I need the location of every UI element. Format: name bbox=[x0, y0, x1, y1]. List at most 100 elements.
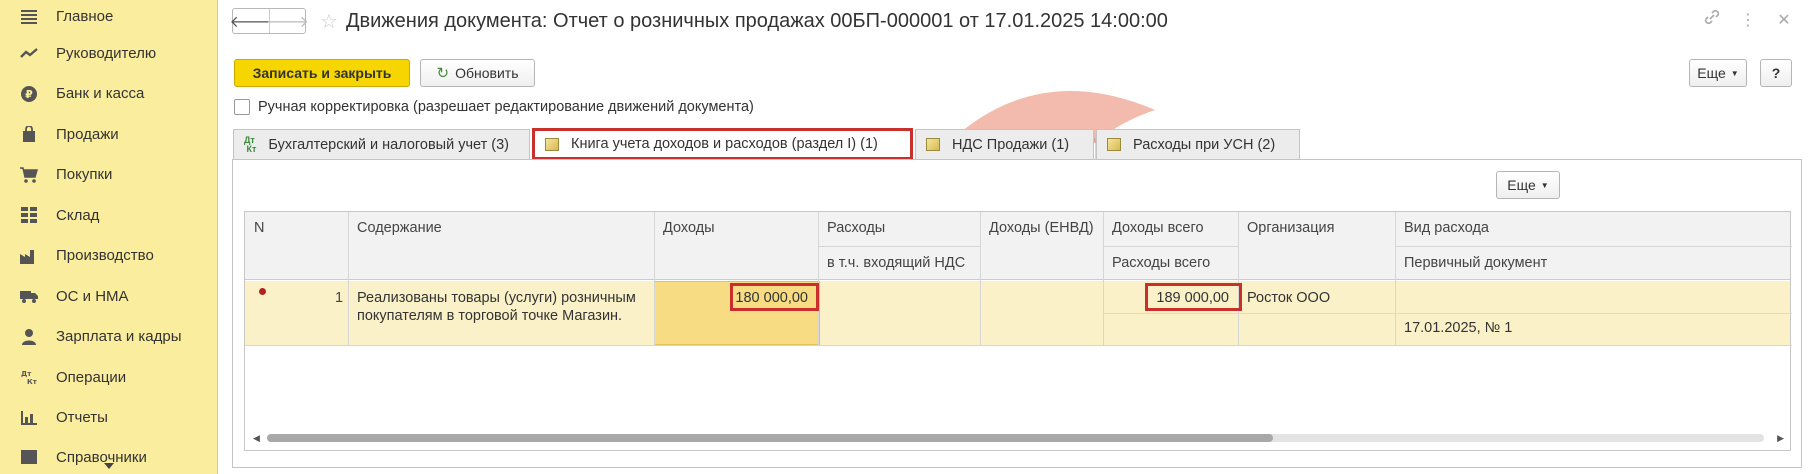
sidebar: Главное Руководителю ₽ Банк и касса Прод… bbox=[0, 0, 218, 474]
sidebar-scroll-down-button[interactable] bbox=[0, 458, 218, 474]
cart-icon bbox=[20, 166, 38, 184]
row-org[interactable]: Росток ООО bbox=[1247, 290, 1330, 306]
svg-text:Кт: Кт bbox=[27, 378, 37, 385]
col-expense-vat-header[interactable]: в т.ч. входящий НДС bbox=[827, 255, 965, 271]
tab-label: Бухгалтерский и налоговый учет (3) bbox=[268, 136, 509, 153]
sidebar-item-reports[interactable]: Отчеты bbox=[0, 398, 217, 439]
sidebar-item-label: Производство bbox=[56, 247, 154, 265]
more-label: Еще bbox=[1507, 177, 1536, 193]
sidebar-item-warehouse[interactable]: Склад bbox=[0, 195, 217, 236]
scroll-right-icon[interactable]: ▶ bbox=[1777, 433, 1784, 444]
col-content-header[interactable]: Содержание bbox=[357, 220, 442, 236]
back-button[interactable]: 🡐 bbox=[230, 9, 273, 33]
chevron-down-icon bbox=[104, 463, 114, 469]
movements-table: N Содержание Доходы Расходы в т.ч. входя… bbox=[244, 211, 1792, 451]
row-content-line2: покупателям в торговой точке Магазин. bbox=[357, 308, 623, 324]
row-status-dot bbox=[259, 288, 266, 295]
col-expense-type-header[interactable]: Вид расхода bbox=[1404, 220, 1489, 236]
sidebar-item-fixed-assets[interactable]: ОС и НМА bbox=[0, 276, 217, 317]
row-n: 1 bbox=[335, 290, 344, 306]
svg-text:Дт: Дт bbox=[21, 370, 32, 378]
more-button[interactable]: Еще ▼ bbox=[1689, 59, 1747, 87]
col-income-header[interactable]: Доходы bbox=[663, 220, 715, 236]
col-primary-doc-header[interactable]: Первичный документ bbox=[1404, 255, 1547, 271]
main-content: УЧЕТ БЕЗ ЗАБОТ 🡐 🡒 ☆ Движения документа:… bbox=[219, 0, 1814, 474]
tab-label: НДС Продажи (1) bbox=[952, 136, 1070, 153]
bag-icon bbox=[20, 125, 38, 143]
income-total-highlight-box bbox=[1145, 283, 1242, 311]
refresh-icon: ↻ bbox=[436, 65, 450, 82]
tabs: Дт Кт Бухгалтерский и налоговый учет (3)… bbox=[233, 128, 1302, 160]
tab-accounting[interactable]: Дт Кт Бухгалтерский и налоговый учет (3) bbox=[233, 129, 530, 159]
page-title: Движения документа: Отчет о розничных пр… bbox=[345, 9, 1168, 32]
warehouse-icon bbox=[20, 206, 38, 224]
sidebar-item-main[interactable]: Главное bbox=[0, 0, 217, 33]
sidebar-item-label: Банк и касса bbox=[56, 85, 145, 103]
nav-buttons: 🡐 🡒 bbox=[230, 8, 309, 34]
tab-vat-sales[interactable]: НДС Продажи (1) bbox=[915, 129, 1094, 159]
arrow-right-icon: 🡒 bbox=[266, 13, 309, 31]
sidebar-item-label: Продажи bbox=[56, 125, 119, 143]
dt-kt-icon: Дт Кт bbox=[244, 134, 257, 154]
col-income-envd-header[interactable]: Доходы (ЕНВД) bbox=[989, 220, 1094, 236]
sidebar-item-manager[interactable]: Руководителю bbox=[0, 33, 217, 74]
more-label: Еще bbox=[1697, 65, 1726, 81]
help-button[interactable]: ? bbox=[1760, 59, 1792, 87]
tab-label: Книга учета доходов и расходов (раздел I… bbox=[571, 136, 878, 152]
save-close-button[interactable]: Записать и закрыть bbox=[234, 59, 410, 87]
sidebar-item-label: Склад bbox=[56, 206, 100, 224]
ruble-icon: ₽ bbox=[20, 85, 38, 103]
col-org-header[interactable]: Организация bbox=[1247, 220, 1334, 236]
dt-kt-icon: Дт Кт bbox=[20, 368, 38, 386]
caret-down-icon: ▼ bbox=[1540, 180, 1549, 190]
close-icon[interactable]: ✕ bbox=[1774, 10, 1794, 30]
tab-usn-expenses[interactable]: Расходы при УСН (2) bbox=[1096, 129, 1300, 159]
caret-down-icon: ▼ bbox=[1730, 68, 1739, 78]
factory-icon bbox=[20, 247, 38, 265]
tab-label: Расходы при УСН (2) bbox=[1133, 136, 1276, 153]
more-vertical-icon[interactable]: ⋮ bbox=[1738, 10, 1758, 30]
row-content-line1: Реализованы товары (услуги) розничным bbox=[357, 290, 636, 306]
tab-panel: Еще ▼ N Содержание Доходы Расходы в т.ч.… bbox=[232, 159, 1802, 468]
scroll-left-icon[interactable]: ◀ bbox=[253, 433, 260, 444]
sidebar-item-label: Покупки bbox=[56, 166, 113, 184]
refresh-button[interactable]: ↻ Обновить bbox=[420, 59, 535, 87]
col-n-header[interactable]: N bbox=[254, 220, 264, 236]
sidebar-item-label: Зарплата и кадры bbox=[56, 328, 182, 346]
manual-edit-label: Ручная корректировка (разрешает редактир… bbox=[258, 99, 754, 115]
col-expense-total-header[interactable]: Расходы всего bbox=[1112, 255, 1210, 271]
income-highlight-box bbox=[730, 283, 819, 311]
col-income-total-header[interactable]: Доходы всего bbox=[1112, 220, 1204, 236]
scrollbar-thumb[interactable] bbox=[267, 434, 1273, 442]
favorite-star-icon[interactable]: ☆ bbox=[320, 9, 338, 34]
svg-text:₽: ₽ bbox=[25, 88, 33, 101]
window-actions: ⋮ ✕ bbox=[1702, 8, 1794, 31]
sidebar-item-label: ОС и НМА bbox=[56, 287, 129, 305]
register-icon bbox=[1107, 138, 1121, 151]
manual-edit-row: Ручная корректировка (разрешает редактир… bbox=[234, 99, 754, 115]
sidebar-item-bank[interactable]: ₽ Банк и касса bbox=[0, 74, 217, 115]
person-icon bbox=[20, 328, 38, 346]
sidebar-item-label: Операции bbox=[56, 368, 127, 386]
link-icon[interactable] bbox=[1702, 8, 1722, 31]
title-bar: 🡐 🡒 ☆ Движения документа: Отчет о рознич… bbox=[230, 8, 1168, 34]
menu-icon bbox=[20, 8, 38, 26]
sidebar-item-label: Отчеты bbox=[56, 409, 108, 427]
sidebar-item-salary[interactable]: Зарплата и кадры bbox=[0, 317, 217, 358]
sidebar-item-purchases[interactable]: Покупки bbox=[0, 155, 217, 196]
col-expense-header[interactable]: Расходы bbox=[827, 220, 885, 236]
register-icon bbox=[926, 138, 940, 151]
bar-chart-icon bbox=[20, 409, 38, 427]
tab-income-expense-book[interactable]: Книга учета доходов и расходов (раздел I… bbox=[532, 128, 913, 160]
panel-more-button[interactable]: Еще ▼ bbox=[1496, 171, 1560, 199]
sidebar-item-production[interactable]: Производство bbox=[0, 236, 217, 277]
trend-icon bbox=[20, 44, 38, 62]
horizontal-scrollbar[interactable] bbox=[267, 434, 1764, 442]
refresh-label: Обновить bbox=[455, 65, 519, 81]
forward-button[interactable]: 🡒 bbox=[266, 9, 309, 33]
manual-edit-checkbox[interactable] bbox=[234, 99, 250, 115]
row-primary-doc[interactable]: 17.01.2025, № 1 bbox=[1404, 320, 1512, 336]
sidebar-item-sales[interactable]: Продажи bbox=[0, 114, 217, 155]
truck-icon bbox=[20, 287, 38, 305]
sidebar-item-operations[interactable]: Дт Кт Операции bbox=[0, 357, 217, 398]
